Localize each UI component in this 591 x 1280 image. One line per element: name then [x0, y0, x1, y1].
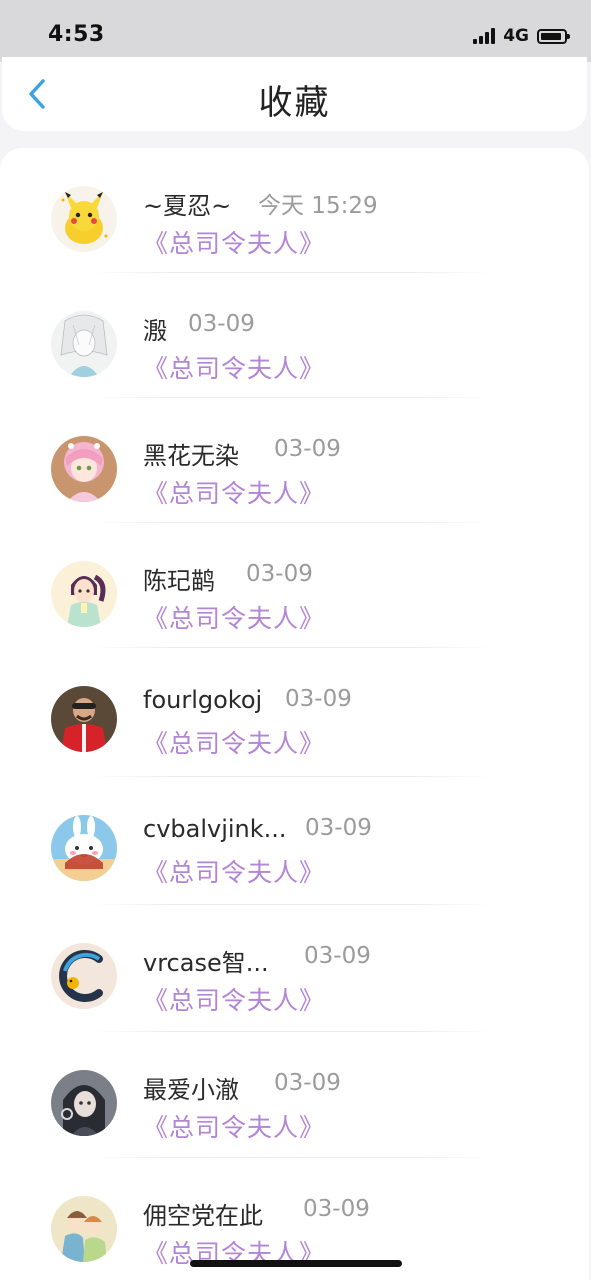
item-book-title[interactable]: 《总司令夫人》: [143, 474, 325, 510]
list-item[interactable]: 最爱小澈 03-09 《总司令夫人》: [0, 1032, 589, 1158]
list-item[interactable]: cvbalvjink... 03-09 《总司令夫人》: [0, 777, 589, 905]
item-book-title[interactable]: 《总司令夫人》: [143, 853, 325, 889]
item-book-title[interactable]: 《总司令夫人》: [143, 349, 325, 385]
favorites-list: ~夏忍~ 今天 15:29 《总司令夫人》 溵 03-09 《总司令夫人》 黑花…: [0, 148, 589, 1280]
item-time: 03-09: [305, 815, 372, 841]
pink-hair-girl-avatar[interactable]: [51, 436, 117, 502]
item-time: 03-09: [285, 686, 352, 712]
item-name: fourlgokoj: [143, 686, 263, 714]
status-bar: 4:53 4G: [0, 0, 591, 62]
nav-header: 收藏: [2, 57, 587, 131]
item-time: 03-09: [246, 561, 313, 587]
item-time: 今天 15:29: [258, 193, 378, 219]
item-time: 03-09: [188, 311, 255, 337]
list-item[interactable]: fourlgokoj 03-09 《总司令夫人》: [0, 648, 589, 777]
item-name: 最爱小澈: [143, 1076, 239, 1104]
list-item[interactable]: ~夏忍~ 今天 15:29 《总司令夫人》: [0, 148, 589, 273]
item-book-title[interactable]: 《总司令夫人》: [143, 1108, 325, 1144]
brand-logo-avatar[interactable]: [51, 943, 117, 1009]
item-time: 03-09: [274, 1070, 341, 1096]
page-title: 收藏: [258, 83, 331, 123]
couple-illustration-avatar[interactable]: [51, 1196, 117, 1262]
home-indicator[interactable]: [190, 1260, 402, 1267]
item-name: 黑花无染: [143, 442, 239, 470]
item-name: 佣空党在此: [143, 1202, 263, 1230]
dark-hair-character-avatar[interactable]: [51, 1070, 117, 1136]
item-book-title[interactable]: 《总司令夫人》: [143, 981, 325, 1017]
status-time: 4:53: [48, 22, 105, 47]
item-time: 03-09: [303, 1196, 370, 1222]
item-name: 溵: [143, 317, 167, 345]
item-book-title[interactable]: 《总司令夫人》: [143, 599, 325, 635]
sketch-character-avatar[interactable]: [51, 311, 117, 377]
item-name: ~夏忍~: [143, 192, 232, 220]
item-book-title[interactable]: 《总司令夫人》: [143, 224, 325, 260]
ponytail-girl-avatar[interactable]: [51, 561, 117, 627]
item-name: vrcase智...: [143, 949, 269, 977]
item-name: cvbalvjink...: [143, 815, 287, 843]
network-label: 4G: [503, 26, 529, 46]
status-indicators: 4G: [473, 26, 570, 46]
pikachu-avatar[interactable]: [51, 186, 117, 252]
bunny-cartoon-avatar[interactable]: [51, 815, 117, 881]
item-time: 03-09: [274, 436, 341, 462]
list-item[interactable]: vrcase智... 03-09 《总司令夫人》: [0, 905, 589, 1032]
list-item[interactable]: 黑花无染 03-09 《总司令夫人》: [0, 398, 589, 523]
list-item[interactable]: 陈玘鹋 03-09 《总司令夫人》: [0, 523, 589, 648]
signal-icon: [473, 28, 496, 44]
item-name: 陈玘鹋: [143, 567, 215, 595]
red-jacket-man-avatar[interactable]: [51, 686, 117, 752]
list-item[interactable]: 溵 03-09 《总司令夫人》: [0, 273, 589, 398]
battery-icon: [537, 28, 570, 44]
item-book-title[interactable]: 《总司令夫人》: [143, 724, 325, 760]
item-time: 03-09: [304, 943, 371, 969]
